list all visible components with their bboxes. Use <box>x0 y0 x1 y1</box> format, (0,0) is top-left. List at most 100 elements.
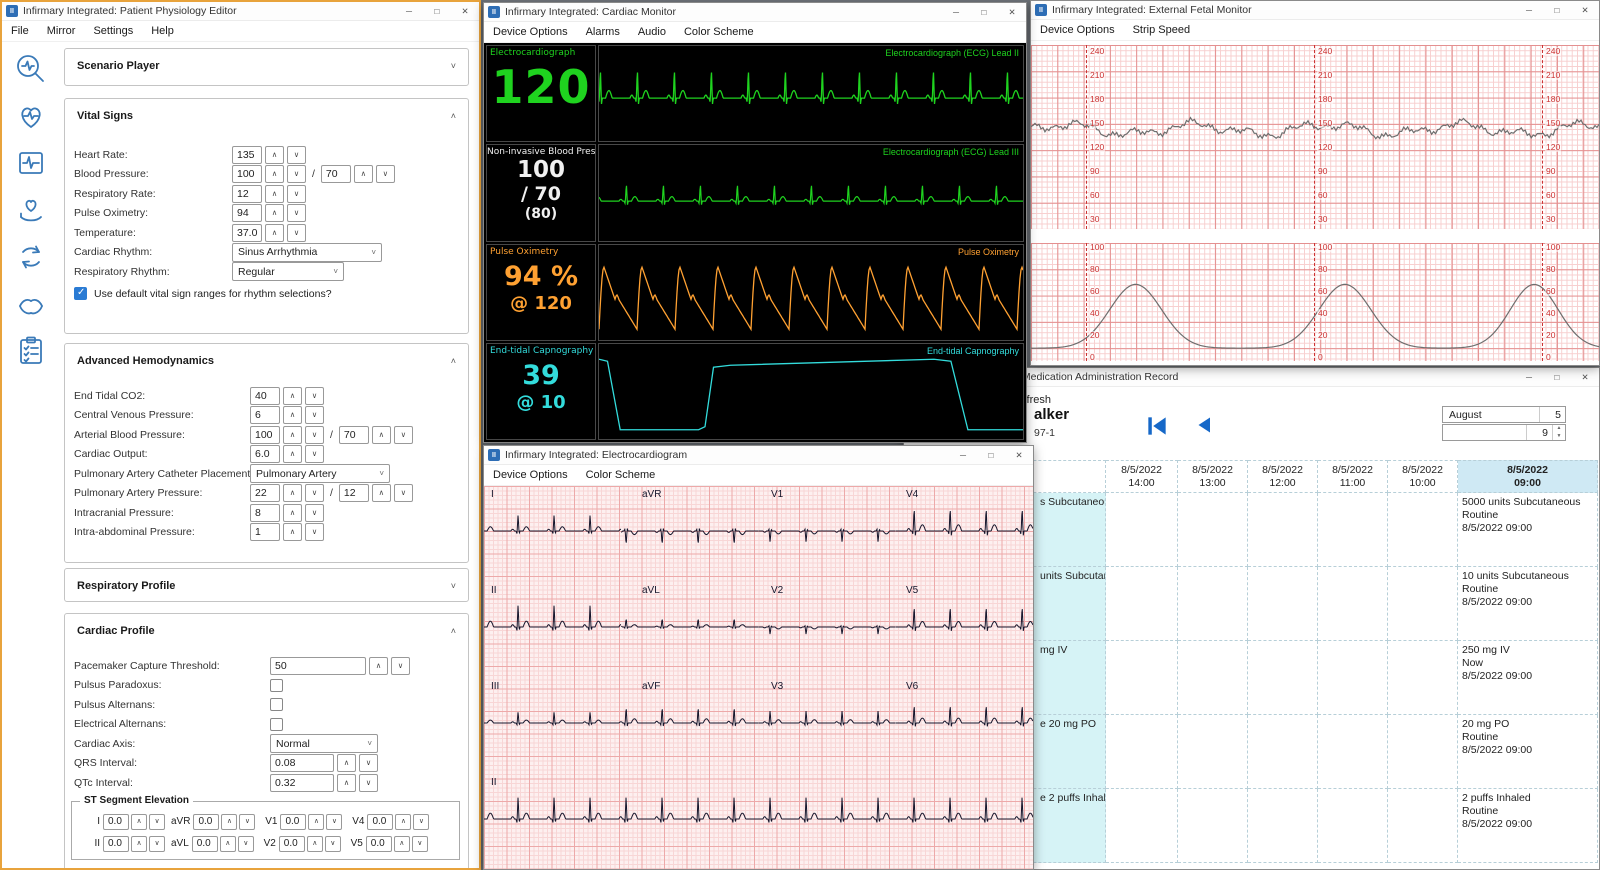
mar-empty-cell[interactable] <box>1388 567 1458 641</box>
qtc-interval-step-down-button[interactable]: ∨ <box>359 774 378 792</box>
hour-picker[interactable]: 9 ▲▼ <box>1442 424 1566 441</box>
qrs-interval-input[interactable]: 0.08 <box>270 754 334 772</box>
st-V2-step-up-button[interactable]: ∧ <box>307 836 323 852</box>
hour-stepper[interactable]: ▲▼ <box>1552 425 1565 440</box>
respiratory-rate-step-down-button[interactable]: ∨ <box>287 185 306 203</box>
st-I-step-down-button[interactable]: ∨ <box>149 814 165 830</box>
st-V4-step-up-button[interactable]: ∧ <box>395 814 411 830</box>
cardiac-monitor-titlebar[interactable]: II Infirmary Integrated: Cardiac Monitor… <box>484 3 1026 22</box>
st-aVR-input[interactable]: 0.0 <box>193 814 219 830</box>
close-button[interactable]: ✕ <box>451 2 479 21</box>
central-venous-pressure-step-down-button[interactable]: ∨ <box>305 406 324 424</box>
respiratory-rhythm-select[interactable]: Regular˅ <box>232 262 344 281</box>
qrs-interval-step-down-button[interactable]: ∨ <box>359 754 378 772</box>
mar-dose-cell[interactable]: 2 puffs InhaledRoutine8/5/2022 09:00 <box>1458 789 1598 863</box>
mar-column-header[interactable]: 8/5/202210:00 <box>1388 460 1458 493</box>
physiology-titlebar[interactable]: II Infirmary Integrated: Patient Physiol… <box>2 2 479 21</box>
end-tidal-co2-input[interactable]: 40 <box>250 387 280 405</box>
intra-abdominal-pressure-input[interactable]: 1 <box>250 523 280 541</box>
mar-empty-cell[interactable] <box>1178 789 1248 863</box>
st-V5-step-up-button[interactable]: ∧ <box>394 836 410 852</box>
blood-pressure-step-down-button[interactable]: ∨ <box>287 165 306 183</box>
mar-dose-cell[interactable]: 10 units SubcutaneousRoutine8/5/2022 09:… <box>1458 567 1598 641</box>
mar-empty-cell[interactable] <box>1318 715 1388 789</box>
menu-file[interactable]: File <box>2 21 38 41</box>
st-aVR-step-down-button[interactable]: ∨ <box>239 814 255 830</box>
mar-empty-cell[interactable] <box>1178 715 1248 789</box>
qtc-interval-step-up-button[interactable]: ∧ <box>337 774 356 792</box>
mar-empty-cell[interactable] <box>1388 789 1458 863</box>
intra-abdominal-pressure-step-down-button[interactable]: ∨ <box>305 523 324 541</box>
menu-settings[interactable]: Settings <box>84 21 142 41</box>
mar-empty-cell[interactable] <box>1106 493 1178 567</box>
mar-empty-cell[interactable] <box>1388 493 1458 567</box>
mar-empty-cell[interactable] <box>1248 715 1318 789</box>
respiratory-rate-step-up-button[interactable]: ∧ <box>265 185 284 203</box>
mar-empty-cell[interactable] <box>1318 641 1388 715</box>
mar-column-header[interactable]: 8/5/202213:00 <box>1178 460 1248 493</box>
mar-column-header[interactable]: 8/5/202212:00 <box>1248 460 1318 493</box>
mar-empty-cell[interactable] <box>1178 493 1248 567</box>
fetal-titlebar[interactable]: II Infirmary Integrated: External Fetal … <box>1031 1 1599 20</box>
pacemaker-capture-threshold-step-down-button[interactable]: ∨ <box>391 657 410 675</box>
pa-pressure-step-down-button[interactable]: ∨ <box>394 484 413 502</box>
st-aVL-step-up-button[interactable]: ∧ <box>220 836 236 852</box>
cardiac-output-step-up-button[interactable]: ∧ <box>283 445 302 463</box>
mar-empty-cell[interactable] <box>1106 567 1178 641</box>
pa-catheter-placement-select[interactable]: Pulmonary Artery˅ <box>250 464 390 483</box>
mar-empty-cell[interactable] <box>1106 715 1178 789</box>
pulse-oximetry-input[interactable]: 94 <box>232 204 262 222</box>
step-up-icon[interactable]: ▲ <box>1553 425 1565 433</box>
mar-empty-cell[interactable] <box>1388 715 1458 789</box>
st-II-step-up-button[interactable]: ∧ <box>131 836 147 852</box>
arterial-blood-pressure-step-up-button[interactable]: ∧ <box>283 426 302 444</box>
section-header-advanced-hemodynamics[interactable]: Advanced Hemodynamics ˄ <box>65 344 468 378</box>
arterial-blood-pressure-step-down-button[interactable]: ∨ <box>394 426 413 444</box>
st-V1-step-down-button[interactable]: ∨ <box>326 814 342 830</box>
st-V4-input[interactable]: 0.0 <box>367 814 393 830</box>
maximize-button[interactable]: □ <box>423 2 451 21</box>
pulsus-alternans-checkbox[interactable] <box>270 698 283 711</box>
electrical-alternans-checkbox[interactable] <box>270 718 283 731</box>
arterial-blood-pressure-input[interactable]: 100 <box>250 426 280 444</box>
menu-color-scheme[interactable]: Color Scheme <box>675 22 763 42</box>
menu-device-options[interactable]: Device Options <box>484 22 577 42</box>
st-V5-input[interactable]: 0.0 <box>366 836 392 852</box>
rotate-arrows-icon[interactable] <box>12 238 50 276</box>
pa-pressure-step-up-button[interactable]: ∧ <box>372 484 391 502</box>
st-I-step-up-button[interactable]: ∧ <box>131 814 147 830</box>
close-button[interactable]: ✕ <box>1571 1 1599 20</box>
maximize-button[interactable]: □ <box>977 446 1005 465</box>
intra-abdominal-pressure-step-up-button[interactable]: ∧ <box>283 523 302 541</box>
mar-column-header[interactable]: 8/5/202214:00 <box>1106 460 1178 493</box>
st-V2-input[interactable]: 0.0 <box>279 836 305 852</box>
temperature-step-down-button[interactable]: ∨ <box>287 224 306 242</box>
strip-chart-icon[interactable] <box>12 144 50 182</box>
st-V4-step-down-button[interactable]: ∨ <box>413 814 429 830</box>
pulse-oximetry-step-up-button[interactable]: ∧ <box>265 204 284 222</box>
st-II-input[interactable]: 0.0 <box>103 836 129 852</box>
minimize-button[interactable]: ─ <box>1515 368 1543 387</box>
st-V1-input[interactable]: 0.0 <box>280 814 306 830</box>
maximize-button[interactable]: □ <box>1543 368 1571 387</box>
blood-pressure-input[interactable]: 70 <box>321 165 351 183</box>
month-picker[interactable]: August 5 <box>1442 406 1566 423</box>
close-button[interactable]: ✕ <box>1005 446 1033 465</box>
st-aVL-step-down-button[interactable]: ∨ <box>238 836 254 852</box>
central-venous-pressure-input[interactable]: 6 <box>250 406 280 424</box>
close-button[interactable]: ✕ <box>998 3 1026 22</box>
menu-strip-speed[interactable]: Strip Speed <box>1124 20 1199 40</box>
menu-audio[interactable]: Audio <box>629 22 675 42</box>
cardiac-rhythm-select[interactable]: Sinus Arrhythmia˅ <box>232 243 382 262</box>
mar-column-header[interactable]: 8/5/202211:00 <box>1318 460 1388 493</box>
st-II-step-down-button[interactable]: ∨ <box>149 836 165 852</box>
pa-pressure-input[interactable]: 22 <box>250 484 280 502</box>
pacemaker-capture-threshold-input[interactable]: 50 <box>270 657 366 675</box>
menu-help[interactable]: Help <box>142 21 183 41</box>
st-I-input[interactable]: 0.0 <box>103 814 129 830</box>
mar-empty-cell[interactable] <box>1248 641 1318 715</box>
mar-empty-cell[interactable] <box>1318 789 1388 863</box>
pa-pressure-input[interactable]: 12 <box>339 484 369 502</box>
cardiac-output-input[interactable]: 6.0 <box>250 445 280 463</box>
maximize-button[interactable]: □ <box>970 3 998 22</box>
